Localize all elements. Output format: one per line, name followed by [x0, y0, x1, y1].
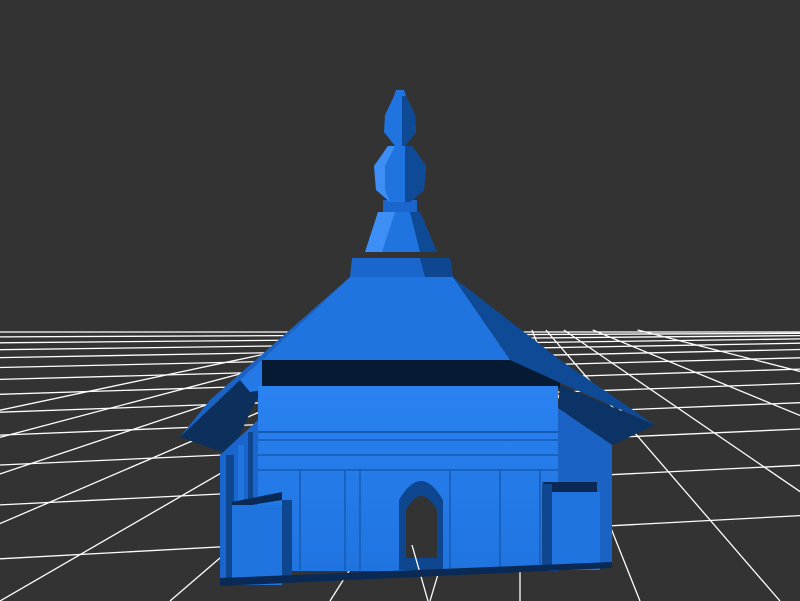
spire-middle-bulb-shade: [405, 146, 426, 202]
roof-underside: [262, 360, 560, 390]
left-annex-side: [282, 500, 292, 578]
3d-viewport[interactable]: [0, 0, 800, 601]
spire-base-shade: [420, 258, 453, 277]
temple-model[interactable]: [180, 90, 655, 601]
right-column: [600, 455, 612, 567]
right-annex-side: [542, 484, 552, 568]
spire-tip: [394, 90, 406, 96]
roof-front-face: [262, 277, 510, 360]
left-annex-front: [232, 505, 282, 585]
scene-canvas[interactable]: [0, 0, 800, 601]
arched-doorway-opening: [406, 496, 437, 558]
spire-top-bulb-shade: [402, 96, 416, 146]
grid-line: [637, 329, 800, 373]
right-annex-front: [552, 492, 600, 570]
